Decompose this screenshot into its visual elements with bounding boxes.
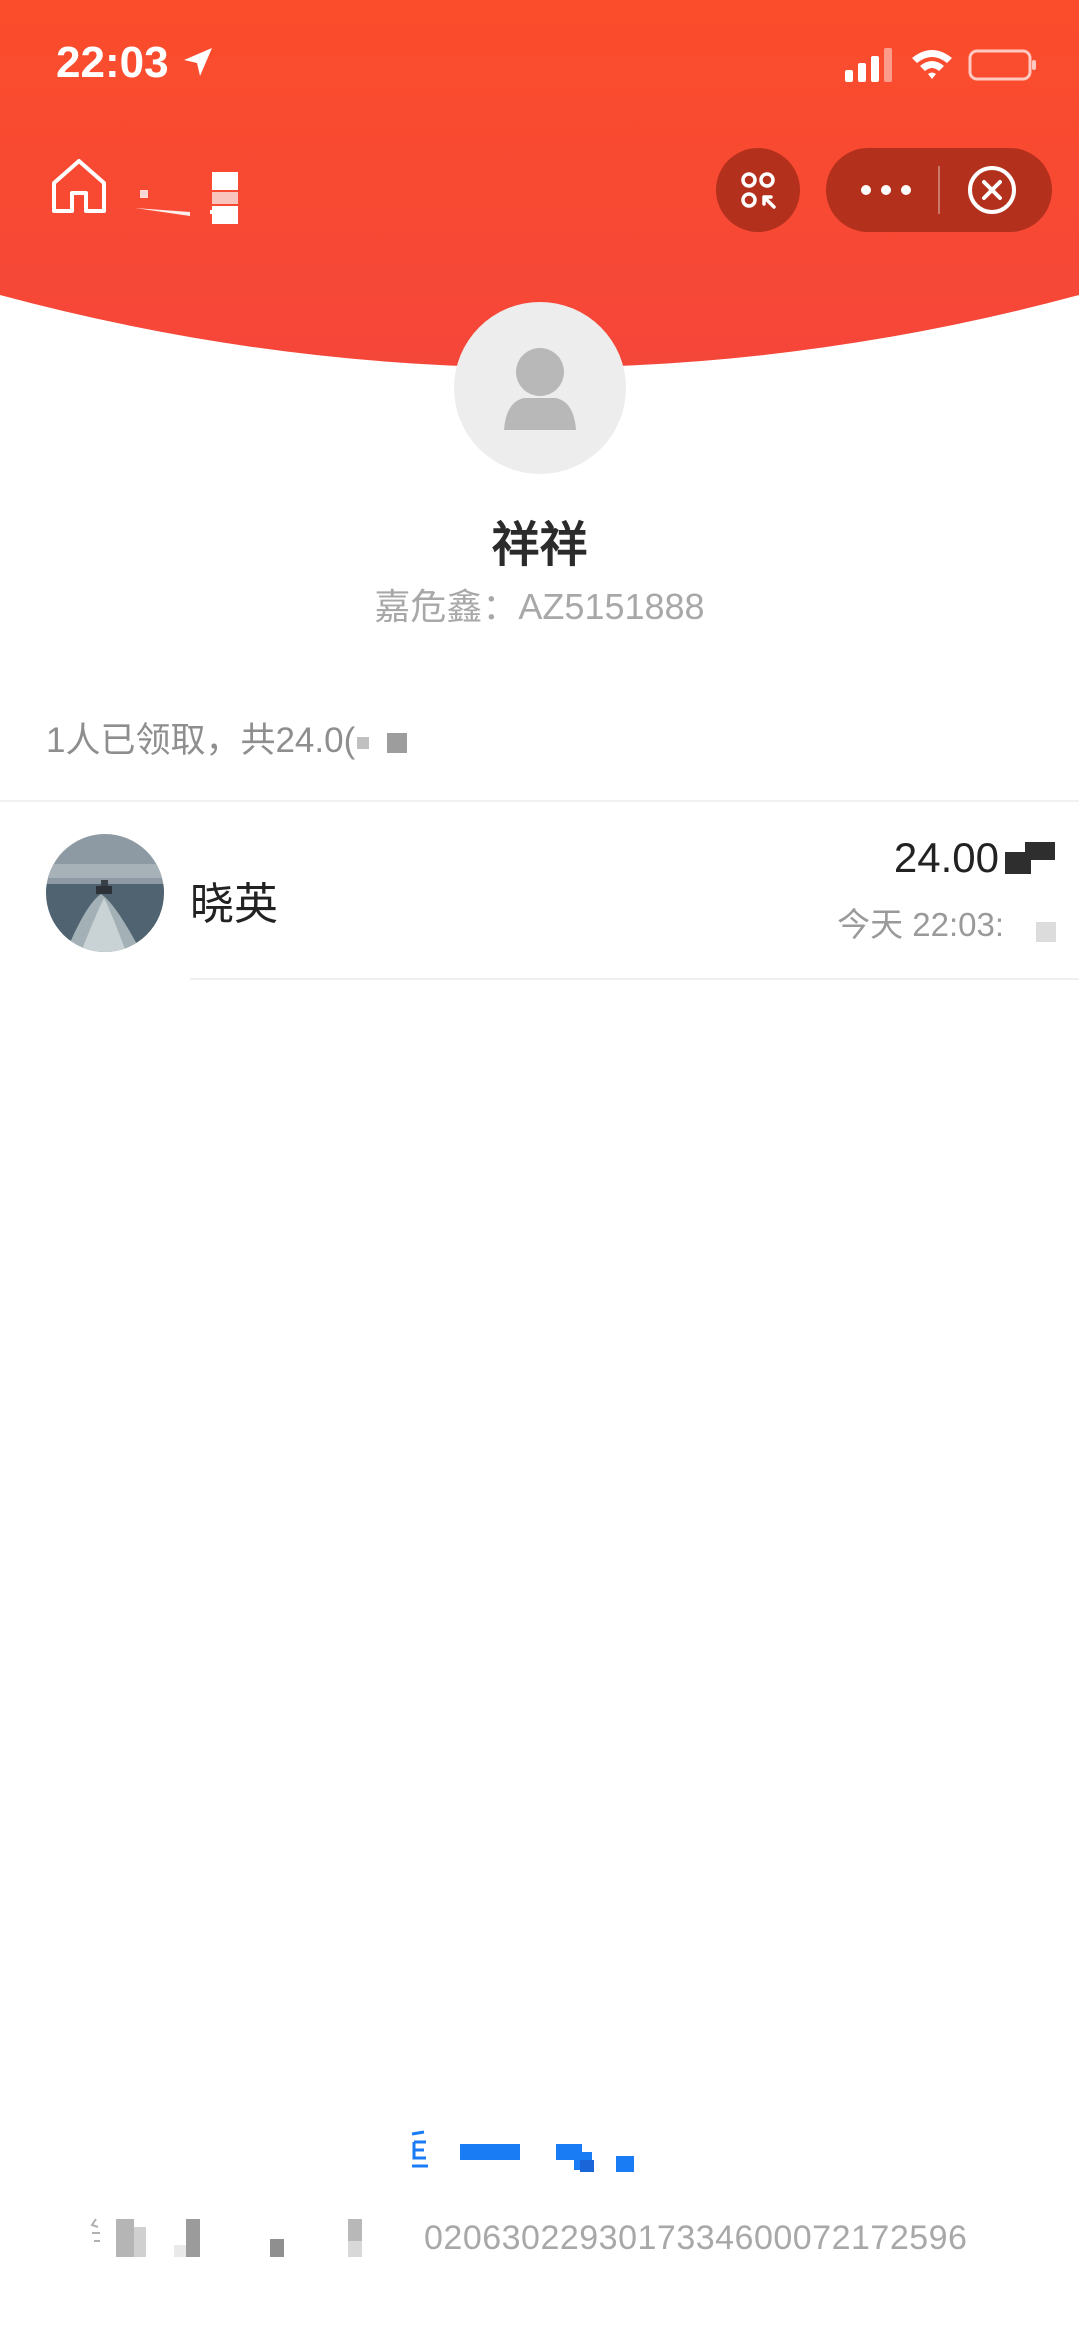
more-icon[interactable] xyxy=(856,174,916,206)
sender-avatar xyxy=(454,302,626,474)
footer-info: 0206302293017334600072172596 xyxy=(90,2215,990,2265)
status-bar: 22:03 xyxy=(0,0,1079,130)
scan-button[interactable] xyxy=(716,148,800,232)
mosaic-block xyxy=(357,736,370,749)
capsule-divider xyxy=(938,166,940,214)
footer-code: 0206302293017334600072172596 xyxy=(424,2219,968,2257)
claim-summary-text: 1人已领取，共24.0( xyxy=(46,721,356,760)
claim-summary: 1人已领取，共24.0( xyxy=(46,712,408,763)
record-time: 今天 22:03: xyxy=(837,906,1004,943)
mosaic-block xyxy=(90,2218,362,2257)
record-name: 晓英 xyxy=(190,880,278,929)
user-placeholder-icon xyxy=(504,348,576,430)
avatar xyxy=(46,834,164,952)
record-amount: 24.00 xyxy=(893,834,999,881)
brand-logo xyxy=(135,172,238,224)
mosaic-block xyxy=(1005,842,1055,874)
list-divider xyxy=(190,978,1079,980)
wifi-icon xyxy=(912,50,952,79)
battery-icon xyxy=(968,49,1036,81)
mosaic-block xyxy=(387,732,408,753)
location-arrow-icon xyxy=(184,48,212,76)
status-time: 22:03 xyxy=(56,38,169,87)
sender-name: 祥祥 xyxy=(491,519,588,572)
sender-subtitle: 嘉危鑫：AZ5151888 xyxy=(374,586,705,627)
signal-icon xyxy=(845,48,892,82)
scan-icon xyxy=(741,172,776,209)
miniprogram-capsule xyxy=(826,148,1052,232)
list-item[interactable]: 晓英 24.00 今天 22:03: xyxy=(0,802,1079,982)
footer-logo xyxy=(411,2130,634,2172)
close-circle-icon[interactable] xyxy=(966,164,1018,216)
mosaic-block xyxy=(1036,922,1056,942)
home-icon[interactable] xyxy=(48,155,110,217)
boat-photo xyxy=(46,834,164,952)
